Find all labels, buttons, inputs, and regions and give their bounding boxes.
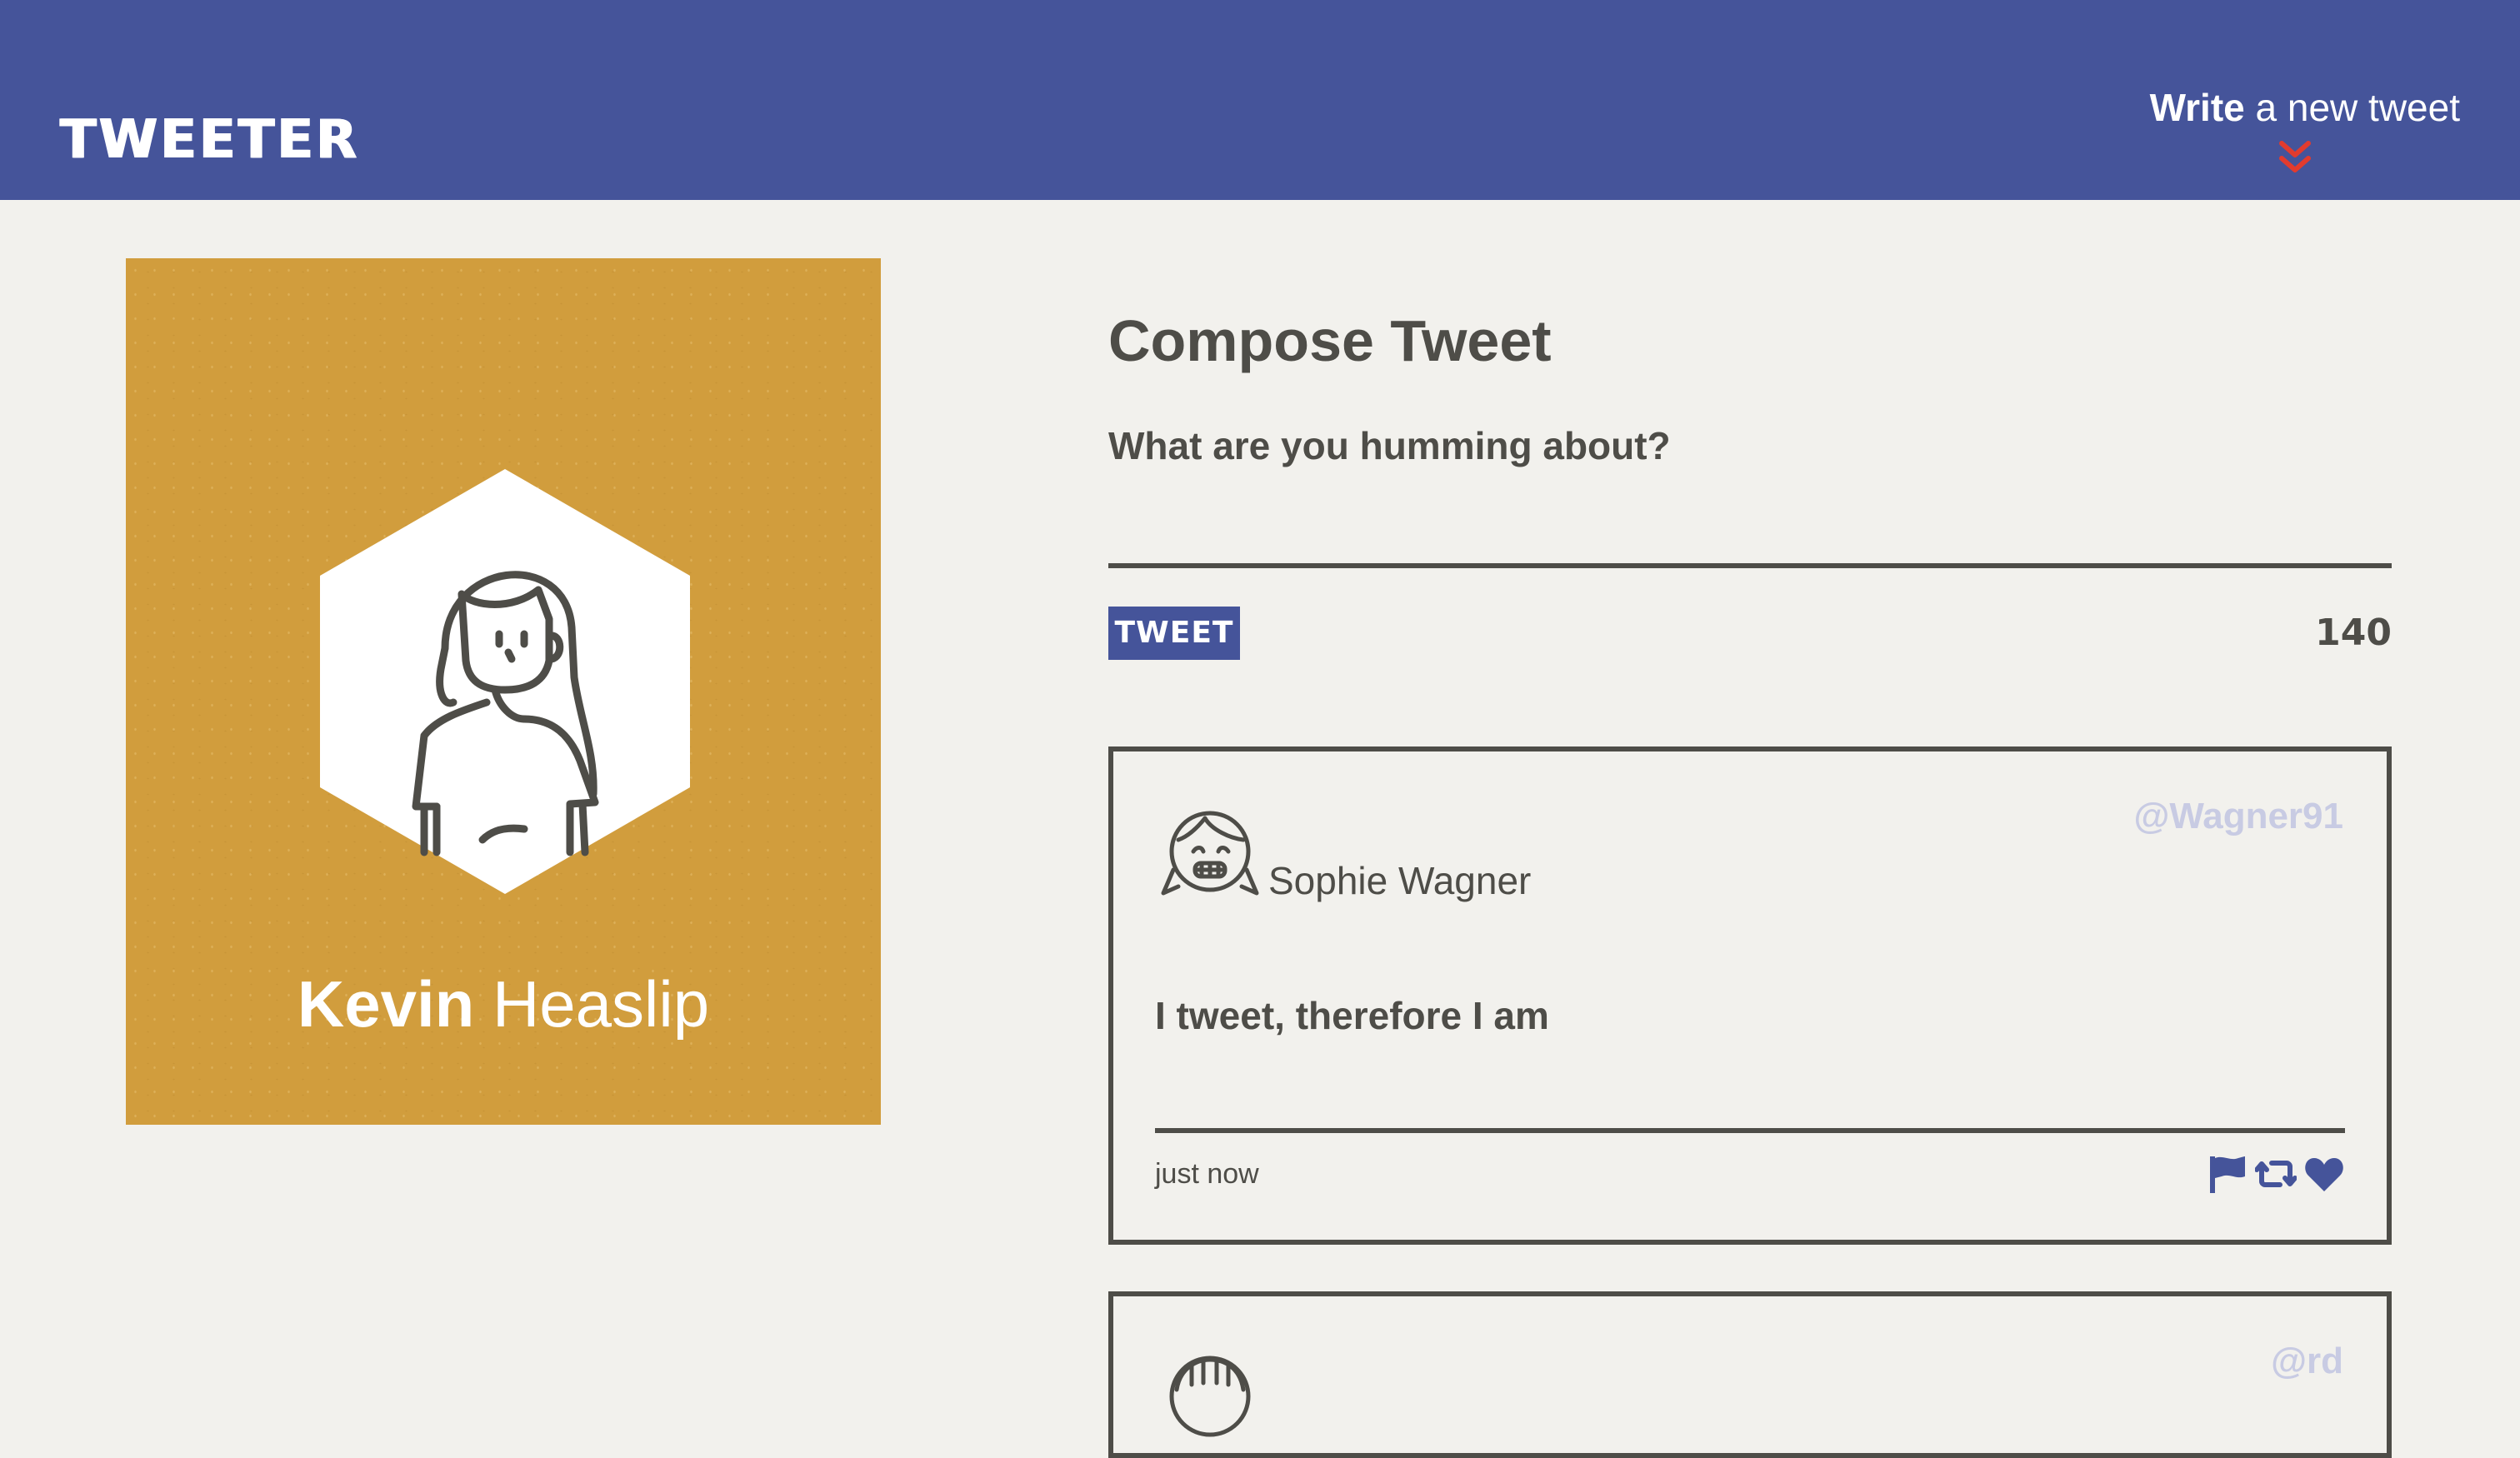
write-new-tweet-toggle[interactable]: Write a new tweet (2110, 87, 2460, 180)
double-chevron-down-icon[interactable] (2277, 138, 2313, 177)
tweet-text-input[interactable] (1108, 477, 2392, 568)
top-nav-bar: TWEETER Write a new tweet (0, 0, 2520, 200)
woman-avatar-hexagon-icon (320, 469, 690, 894)
tweet-card: @rd (1108, 1291, 2392, 1458)
tweet-actions (2207, 1153, 2345, 1195)
compose-title: Compose Tweet (1108, 308, 1552, 373)
char-counter: 140 (2315, 612, 2392, 654)
tweet-timestamp: just now (1155, 1158, 1259, 1190)
tweet-handle: @rd (2271, 1341, 2343, 1381)
write-new-tweet-label: Write a new tweet (2150, 87, 2460, 129)
tweet-handle: @Wagner91 (2133, 796, 2343, 836)
write-label-rest: a new tweet (2244, 86, 2461, 129)
retweet-icon[interactable] (2255, 1153, 2297, 1195)
tweet-button[interactable]: TWEET (1108, 607, 1240, 660)
girl-avatar-icon (1161, 811, 1259, 896)
compose-prompt-label: What are you humming about? (1108, 424, 1671, 467)
tweet-divider (1155, 1128, 2345, 1133)
heart-icon[interactable] (2303, 1153, 2345, 1195)
profile-name: Kevin Heaslip (126, 971, 881, 1036)
profile-first-name: Kevin (297, 967, 475, 1041)
avatar-icon (1169, 1356, 1251, 1437)
tweet-content: I tweet, therefore I am (1155, 994, 1549, 1037)
profile-last-name: Heaslip (492, 967, 710, 1041)
tweet-card: Sophie Wagner @Wagner91 I tweet, therefo… (1108, 746, 2392, 1245)
write-label-bold: Write (2149, 86, 2245, 129)
tweet-author: Sophie Wagner (1268, 859, 1532, 902)
brand-logo: TWEETER (60, 109, 360, 171)
flag-icon[interactable] (2207, 1153, 2248, 1195)
